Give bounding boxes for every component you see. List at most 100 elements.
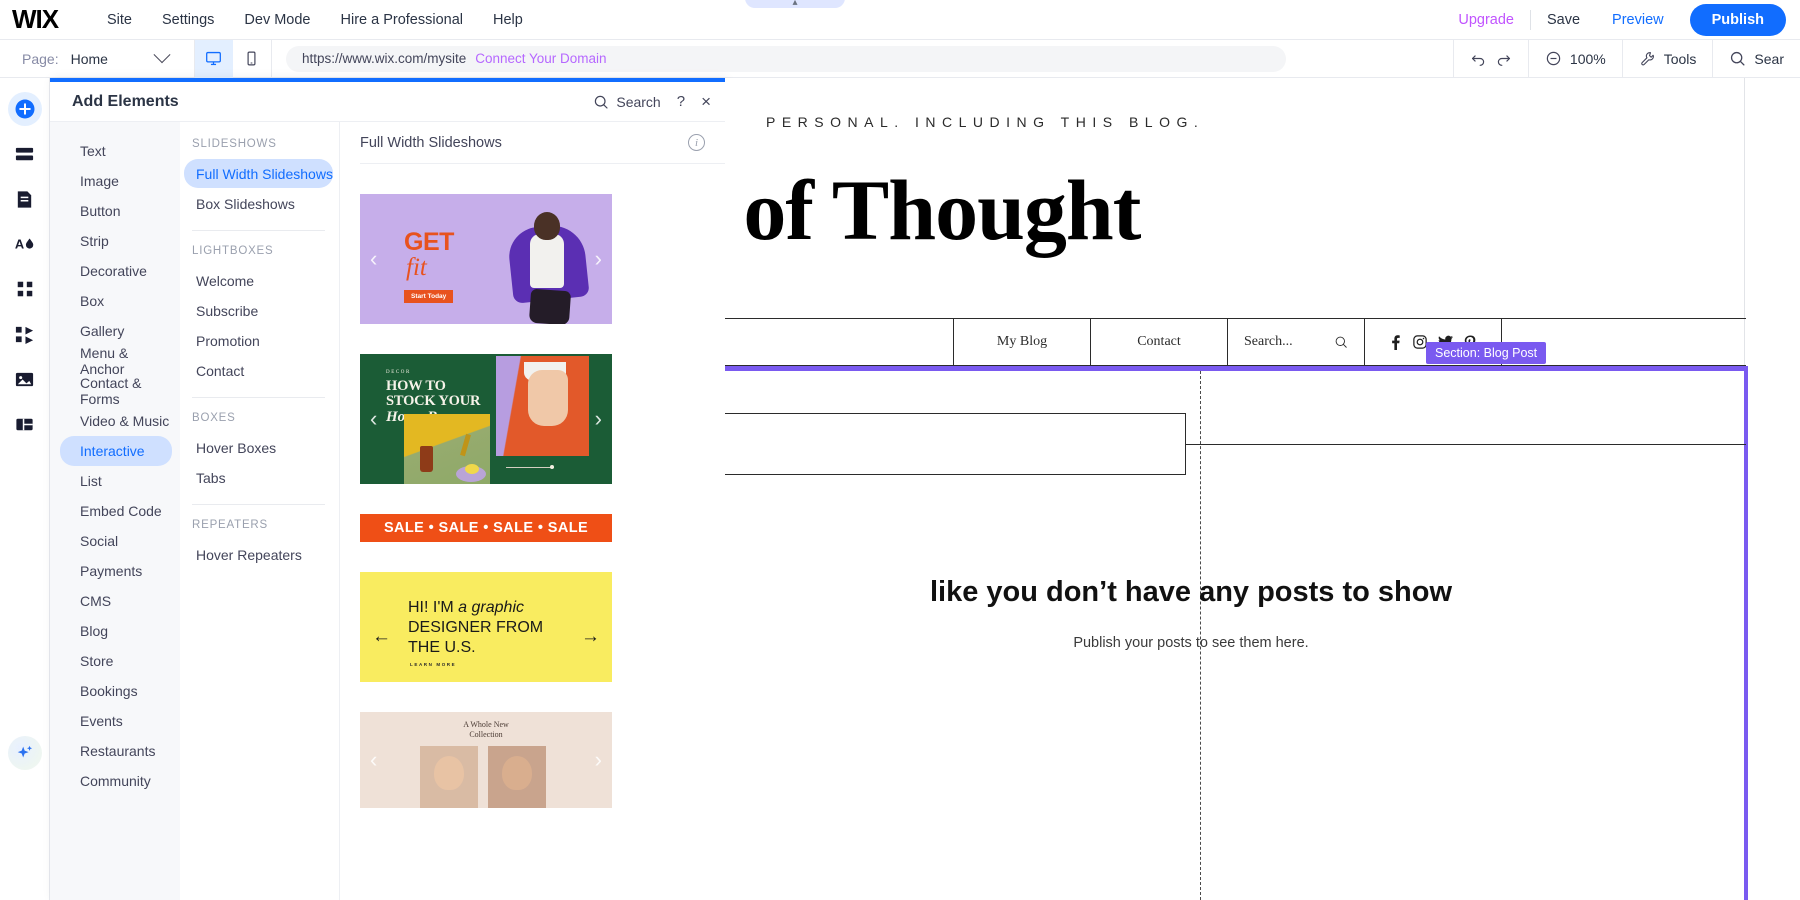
svg-text:A: A — [14, 237, 23, 252]
info-icon[interactable]: i — [688, 134, 705, 151]
redo-icon[interactable] — [1495, 50, 1512, 67]
panel-help-icon[interactable]: ? — [677, 93, 685, 110]
thumb-new-collection[interactable]: A Whole New Collection ‹ › — [360, 712, 612, 808]
mobile-view-button[interactable] — [233, 40, 271, 78]
category-events[interactable]: Events — [60, 706, 172, 736]
undo-icon[interactable] — [1470, 50, 1487, 67]
category-text[interactable]: Text — [60, 136, 172, 166]
theme-icon: A — [14, 233, 36, 255]
subitem-tabs[interactable]: Tabs — [184, 463, 333, 492]
panel-close-icon[interactable]: × — [701, 93, 711, 110]
thumb-home-bar-line1b: STOCK YOUR — [386, 393, 480, 409]
wrench-icon — [1639, 50, 1656, 67]
chevron-down-icon[interactable] — [153, 46, 170, 63]
chevron-right-icon[interactable]: › — [595, 246, 602, 272]
category-image[interactable]: Image — [60, 166, 172, 196]
rail-my-business[interactable] — [8, 317, 42, 351]
panel-category-list: Text Image Button Strip Decorative Box G… — [50, 122, 180, 900]
category-menu-anchor[interactable]: Menu & Anchor — [60, 346, 172, 376]
subitem-hover-boxes[interactable]: Hover Boxes — [184, 433, 333, 462]
subitem-welcome[interactable]: Welcome — [184, 266, 333, 295]
blog-post-title-box[interactable]: O S T — [725, 413, 1186, 475]
apps-grid-icon — [15, 279, 35, 299]
preview-header: Full Width Slideshows i — [360, 122, 725, 164]
rail-cms[interactable] — [8, 407, 42, 441]
arrow-left-icon[interactable]: ← — [372, 626, 391, 648]
category-list[interactable]: List — [60, 466, 172, 496]
section-label-badge[interactable]: Section: Blog Post — [1426, 342, 1546, 364]
subitem-contact[interactable]: Contact — [184, 356, 333, 385]
chevron-right-icon[interactable]: › — [595, 747, 602, 773]
category-store[interactable]: Store — [60, 646, 172, 676]
menu-settings[interactable]: Settings — [147, 0, 229, 40]
zoom-out-icon[interactable] — [1545, 50, 1562, 67]
facebook-icon[interactable] — [1389, 335, 1402, 350]
editor-tab-pill[interactable]: ▴ — [745, 0, 845, 8]
zoom-control[interactable]: 100% — [1529, 40, 1622, 78]
upgrade-link[interactable]: Upgrade — [1442, 0, 1530, 40]
category-community[interactable]: Community — [60, 766, 172, 796]
category-button[interactable]: Button — [60, 196, 172, 226]
category-bookings[interactable]: Bookings — [60, 676, 172, 706]
rail-site-design[interactable]: A — [8, 227, 42, 261]
instagram-icon[interactable] — [1413, 335, 1427, 349]
site-search-box[interactable]: Search... — [1228, 319, 1365, 365]
thumb-sale-banner[interactable]: SALE • SALE • SALE • SALE — [360, 514, 612, 542]
category-embed-code[interactable]: Embed Code — [60, 496, 172, 526]
save-button[interactable]: Save — [1531, 0, 1596, 40]
arrow-right-icon[interactable]: → — [581, 626, 600, 648]
category-blog[interactable]: Blog — [60, 616, 172, 646]
preview-button[interactable]: Preview — [1596, 0, 1680, 40]
category-interactive[interactable]: Interactive — [60, 436, 172, 466]
panel-search-button[interactable]: Search — [593, 94, 660, 110]
chevron-left-icon[interactable]: ‹ — [370, 406, 377, 432]
rail-media[interactable] — [8, 362, 42, 396]
search-button[interactable]: Sear — [1713, 40, 1800, 78]
category-box[interactable]: Box — [60, 286, 172, 316]
business-icon — [14, 324, 35, 345]
category-restaurants[interactable]: Restaurants — [60, 736, 172, 766]
group-header-slideshows: SLIDESHOWS — [180, 138, 339, 150]
tools-button[interactable]: Tools — [1623, 40, 1713, 78]
page-name[interactable]: Home — [71, 51, 108, 67]
wix-logo[interactable]: WIX — [12, 0, 82, 40]
subitem-hover-repeaters[interactable]: Hover Repeaters — [184, 540, 333, 569]
category-strip[interactable]: Strip — [60, 226, 172, 256]
nav-my-blog[interactable]: My Blog — [954, 319, 1091, 365]
menu-hire-a-professional[interactable]: Hire a Professional — [326, 0, 479, 40]
rail-ai-assistant[interactable] — [8, 736, 42, 770]
rail-pages-menu[interactable] — [8, 182, 42, 216]
subitem-full-width-slideshows[interactable]: Full Width Slideshows — [184, 159, 333, 188]
connect-domain-link[interactable]: Connect Your Domain — [475, 51, 606, 66]
rail-add-elements[interactable] — [8, 92, 42, 126]
subitem-box-slideshows[interactable]: Box Slideshows — [184, 189, 333, 218]
subitem-promotion[interactable]: Promotion — [184, 326, 333, 355]
chevron-right-icon[interactable]: › — [595, 406, 602, 432]
site-heading[interactable]: n of Thought — [725, 160, 1140, 260]
thumb-get-fit[interactable]: GET fit Start Today ‹ › — [360, 194, 612, 324]
search-icon[interactable] — [1334, 335, 1348, 349]
subitem-subscribe[interactable]: Subscribe — [184, 296, 333, 325]
site-url-bar[interactable]: https://www.wix.com/mysite Connect Your … — [286, 46, 1286, 72]
category-decorative[interactable]: Decorative — [60, 256, 172, 286]
nav-contact[interactable]: Contact — [1091, 319, 1228, 365]
category-video-music[interactable]: Video & Music — [60, 406, 172, 436]
category-contact-forms[interactable]: Contact & Forms — [60, 376, 172, 406]
thumb-graphic-designer[interactable]: HI! I'M a graphic DESIGNER FROM THE U.S.… — [360, 572, 612, 682]
category-social[interactable]: Social — [60, 526, 172, 556]
desktop-view-button[interactable] — [195, 40, 233, 78]
category-gallery[interactable]: Gallery — [60, 316, 172, 346]
menu-dev-mode[interactable]: Dev Mode — [229, 0, 325, 40]
chevron-left-icon[interactable]: ‹ — [370, 747, 377, 773]
publish-button[interactable]: Publish — [1690, 4, 1786, 36]
menu-site[interactable]: Site — [92, 0, 147, 40]
category-cms[interactable]: CMS — [60, 586, 172, 616]
rail-add-section[interactable] — [8, 137, 42, 171]
chevron-left-icon[interactable]: ‹ — [370, 246, 377, 272]
thumb-gd-line1-em: a graphic — [458, 599, 524, 616]
panel-subcategory-list: SLIDESHOWS Full Width Slideshows Box Sli… — [180, 122, 340, 900]
rail-apps[interactable] — [8, 272, 42, 306]
menu-help[interactable]: Help — [478, 0, 538, 40]
thumb-home-bar[interactable]: DECOR HOW TO STOCK YOUR Home Bar ‹ › — [360, 354, 612, 484]
category-payments[interactable]: Payments — [60, 556, 172, 586]
